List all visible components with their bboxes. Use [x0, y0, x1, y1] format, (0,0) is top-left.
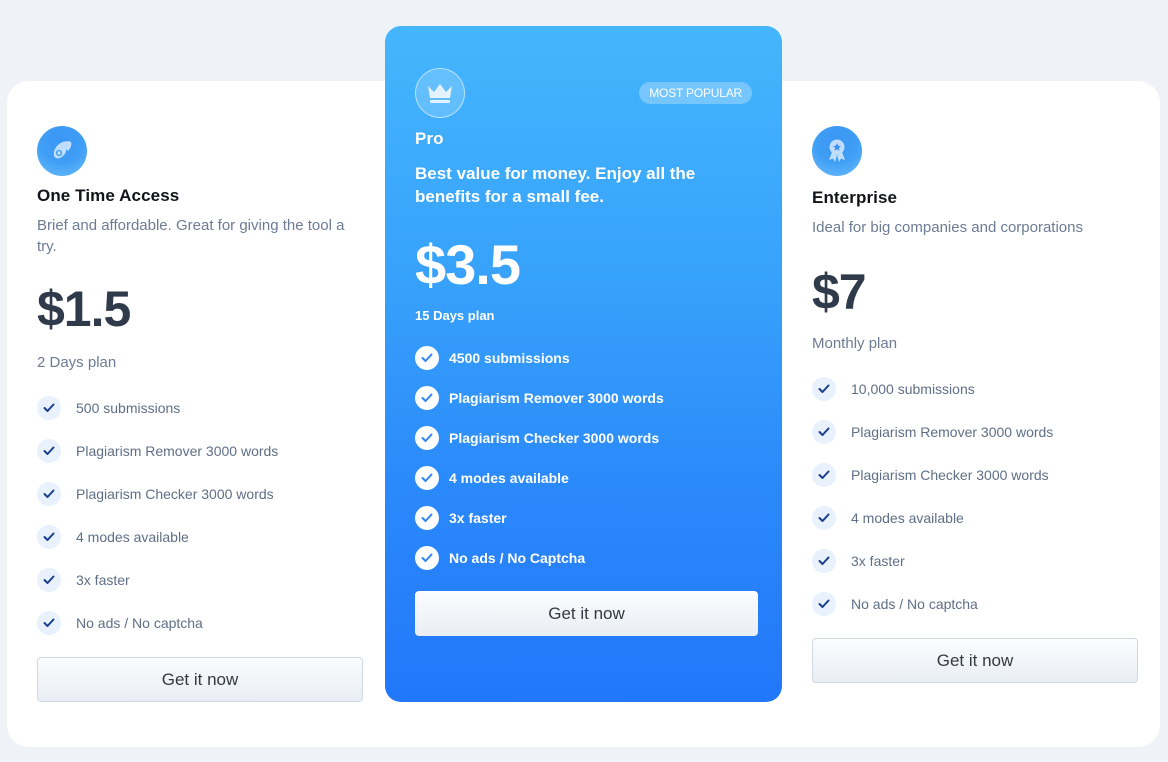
rocket-icon [37, 126, 87, 176]
plan-period: 2 Days plan [37, 354, 117, 371]
feature-text: 500 submissions [76, 399, 181, 416]
plan-card-pro: MOST POPULAR Pro Best value for money. E… [385, 26, 782, 702]
plan-description: Best value for money. Enjoy all the bene… [415, 164, 696, 206]
plan-title: One Time Access [37, 186, 180, 205]
plan-period: 15 Days plan [415, 308, 495, 323]
feature-text: 3x faster [851, 552, 905, 569]
feature-item: No ads / No Captcha [415, 538, 664, 578]
feature-item: No ads / No captcha [812, 582, 1053, 625]
check-icon [812, 591, 836, 616]
check-icon [415, 466, 439, 490]
feature-text: Plagiarism Remover 3000 words [449, 390, 664, 406]
plan-card-enterprise: Enterprise Ideal for big companies and c… [812, 81, 1138, 702]
feature-list: 4500 submissions Plagiarism Remover 3000… [415, 338, 664, 578]
check-icon [812, 419, 836, 444]
feature-text: Plagiarism Remover 3000 words [76, 442, 279, 459]
feature-text: 10,000 submissions [851, 380, 975, 397]
feature-text: Plagiarism Checker 3000 words [449, 430, 660, 446]
feature-text: 3x faster [76, 571, 130, 588]
get-it-now-button[interactable]: Get it now [812, 638, 1138, 683]
feature-item: Plagiarism Remover 3000 words [415, 378, 664, 418]
check-icon [37, 524, 61, 549]
feature-item: No ads / No captcha [37, 601, 278, 644]
check-icon [37, 438, 61, 463]
feature-item: Plagiarism Remover 3000 words [812, 410, 1053, 453]
plan-title: Enterprise [812, 188, 898, 207]
check-icon [415, 546, 439, 570]
plan-card-one-time-access: One Time Access Brief and affordable. Gr… [37, 81, 363, 702]
feature-item: 4 modes available [415, 458, 664, 498]
check-icon [812, 548, 836, 573]
check-icon [415, 426, 439, 450]
check-icon [37, 481, 61, 506]
check-icon [415, 346, 439, 370]
feature-text: No ads / No captcha [76, 614, 203, 631]
feature-text: 4 modes available [449, 470, 569, 486]
check-icon [37, 395, 61, 420]
plan-description: Ideal for big companies and corporations [812, 219, 1083, 236]
crown-icon [415, 68, 465, 118]
feature-text: 3x faster [449, 510, 507, 526]
feature-item: 3x faster [37, 558, 278, 601]
feature-item: 3x faster [812, 539, 1053, 582]
feature-list: 500 submissions Plagiarism Remover 3000 … [37, 386, 278, 644]
most-popular-badge: MOST POPULAR [639, 82, 752, 104]
plan-price: $1.5 [37, 281, 131, 337]
check-icon [812, 376, 836, 401]
plan-description: Brief and affordable. Great for giving t… [37, 217, 345, 255]
plan-price: $7 [812, 264, 867, 320]
feature-text: Plagiarism Checker 3000 words [76, 485, 274, 502]
check-icon [37, 567, 61, 592]
feature-text: No ads / No Captcha [449, 550, 586, 566]
feature-text: 4 modes available [851, 509, 964, 526]
check-icon [415, 386, 439, 410]
feature-text: Plagiarism Remover 3000 words [851, 423, 1054, 440]
feature-item: 4500 submissions [415, 338, 664, 378]
feature-item: Plagiarism Remover 3000 words [37, 429, 278, 472]
plan-price: $3.5 [415, 233, 521, 296]
feature-text: Plagiarism Checker 3000 words [851, 466, 1049, 483]
feature-item: Plagiarism Checker 3000 words [812, 453, 1053, 496]
get-it-now-button[interactable]: Get it now [415, 591, 758, 636]
feature-text: 4500 submissions [449, 350, 570, 366]
award-medal-icon [812, 126, 862, 176]
check-icon [415, 506, 439, 530]
feature-item: Plagiarism Checker 3000 words [415, 418, 664, 458]
feature-list: 10,000 submissions Plagiarism Remover 30… [812, 367, 1053, 625]
get-it-now-button[interactable]: Get it now [37, 657, 363, 702]
feature-text: No ads / No captcha [851, 595, 978, 612]
feature-text: 4 modes available [76, 528, 189, 545]
plan-period: Monthly plan [812, 335, 898, 352]
feature-item: 3x faster [415, 498, 664, 538]
check-icon [812, 462, 836, 487]
feature-item: 10,000 submissions [812, 367, 1053, 410]
feature-item: 500 submissions [37, 386, 278, 429]
check-icon [37, 610, 61, 635]
feature-item: Plagiarism Checker 3000 words [37, 472, 278, 515]
plan-title: Pro [415, 129, 444, 148]
feature-item: 4 modes available [37, 515, 278, 558]
feature-item: 4 modes available [812, 496, 1053, 539]
check-icon [812, 505, 836, 530]
